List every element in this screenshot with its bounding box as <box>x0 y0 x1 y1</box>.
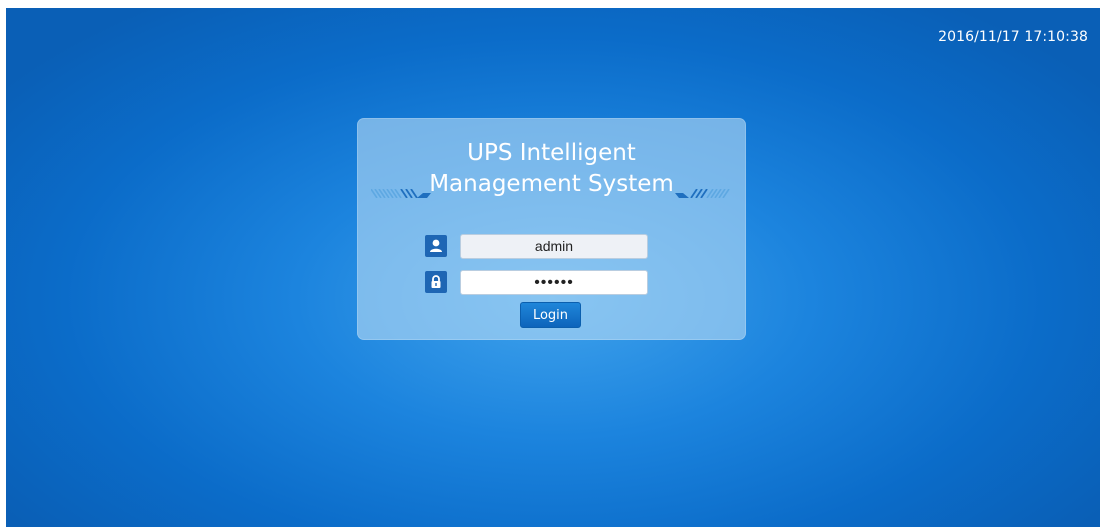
title-decoration-left <box>371 189 431 198</box>
datetime-display: 2016/11/17 17:10:38 <box>938 29 1088 45</box>
lock-icon <box>425 271 447 293</box>
username-input[interactable] <box>460 234 648 259</box>
login-screen: 2016/11/17 17:10:38 UPS Intelligent Mana… <box>6 8 1100 527</box>
system-title-line1: UPS Intelligent <box>467 140 636 166</box>
user-icon <box>425 235 447 257</box>
title-decoration-right <box>675 189 735 198</box>
login-panel: UPS Intelligent Management System admin … <box>357 118 746 340</box>
password-input[interactable] <box>460 270 648 295</box>
login-button[interactable]: Login <box>520 302 581 328</box>
